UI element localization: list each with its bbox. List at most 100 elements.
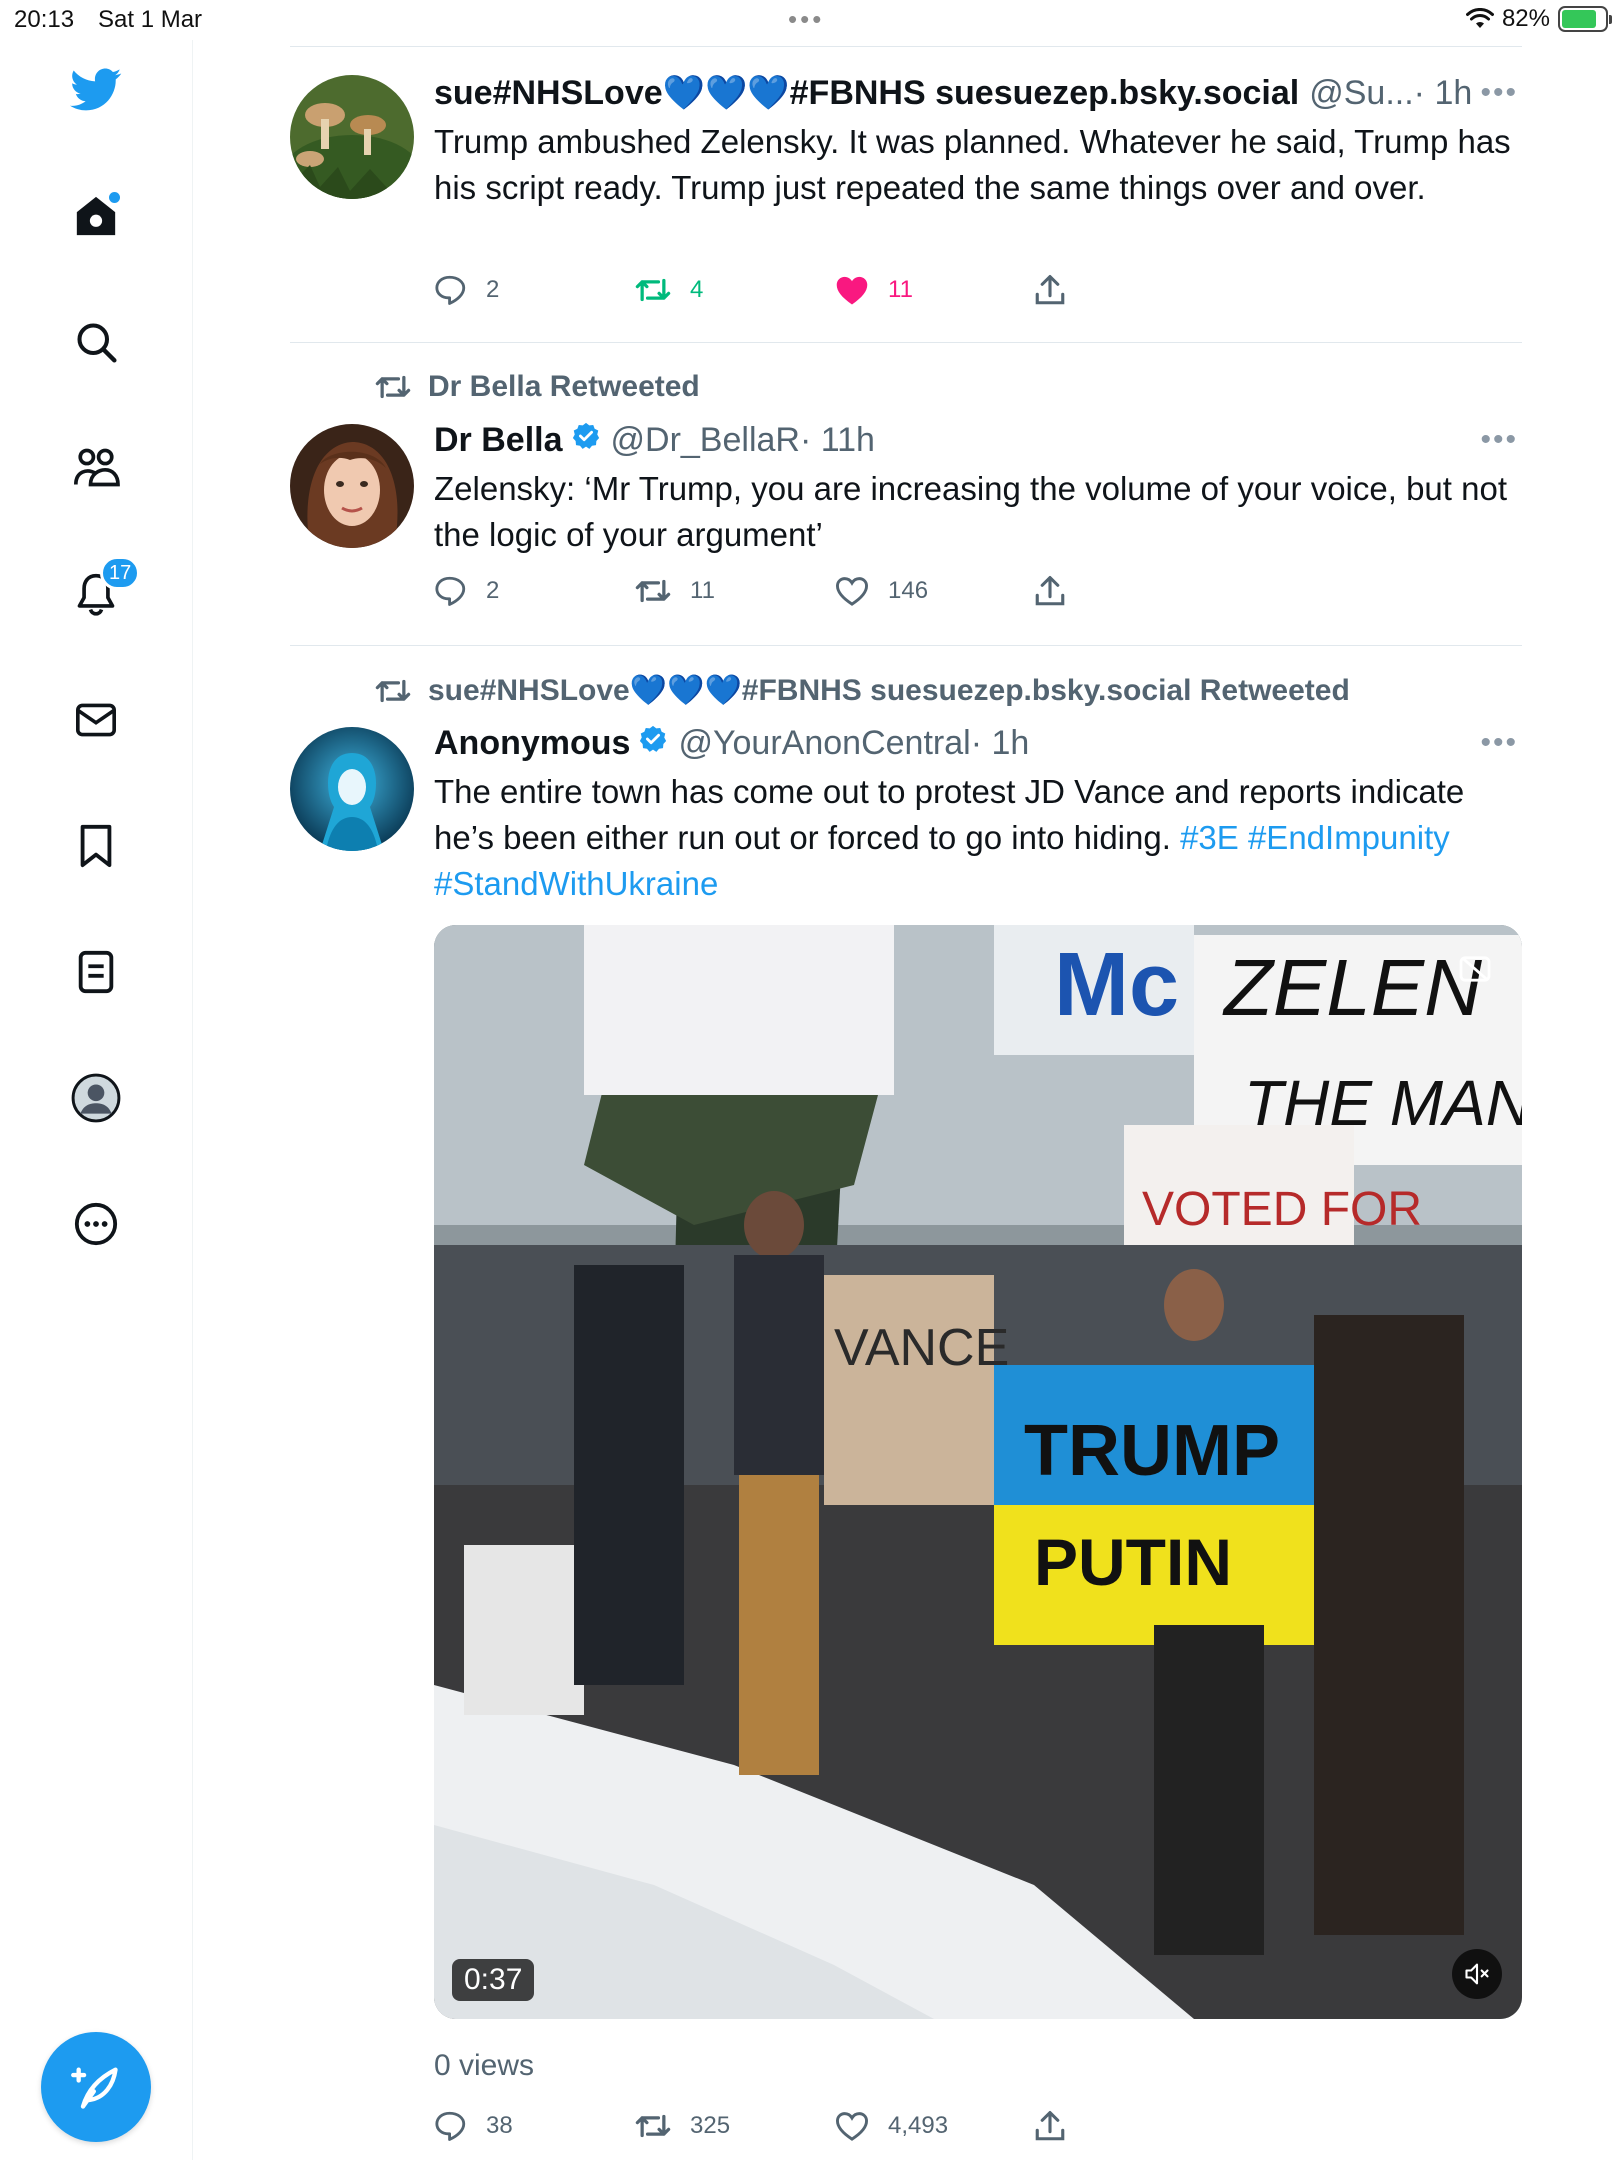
svg-text:TRUMP: TRUMP xyxy=(1024,1411,1280,1491)
share-icon xyxy=(1035,274,1065,305)
reply-icon xyxy=(435,576,466,606)
sidebar-item-bookmarks[interactable] xyxy=(70,820,122,872)
retweet-button[interactable]: 325 xyxy=(634,2109,834,2143)
reply-icon xyxy=(435,2111,466,2141)
battery-percent: 82% xyxy=(1501,5,1550,32)
display-name[interactable]: Dr Bella xyxy=(434,421,563,460)
battery-icon xyxy=(1558,6,1612,32)
share-button[interactable] xyxy=(1034,273,1234,307)
status-time: 20:13 xyxy=(14,6,75,33)
display-name[interactable]: sue#NHSLove💙💙💙#FBNHS suesuezep.bsky.soci… xyxy=(434,73,1299,113)
like-button[interactable]: 4,493 xyxy=(834,2109,1034,2143)
more-circle-icon xyxy=(74,1202,118,1246)
timestamp[interactable]: · 1h xyxy=(1414,74,1473,113)
tweet-actions: 2 4 11 xyxy=(434,273,1234,307)
more-options-icon[interactable]: ••• xyxy=(1480,76,1518,110)
like-button[interactable]: 146 xyxy=(834,574,1034,608)
view-count: 0 views xyxy=(434,2049,535,2082)
search-icon xyxy=(77,323,117,363)
retweet-count: 4 xyxy=(690,276,704,303)
heart-filled-icon xyxy=(836,276,868,305)
retweet-icon xyxy=(635,2114,671,2138)
like-count: 146 xyxy=(888,577,929,604)
tweet-header: Anonymous @YourAnonCentral · 1h ••• xyxy=(434,721,1522,765)
sidebar-item-lists[interactable] xyxy=(70,946,122,998)
timestamp[interactable]: · 11h xyxy=(800,421,875,460)
avatar[interactable] xyxy=(290,75,414,199)
reply-count: 2 xyxy=(486,577,500,604)
timestamp[interactable]: · 1h xyxy=(971,724,1030,763)
svg-text:VANCE: VANCE xyxy=(834,1319,1009,1377)
retweet-icon xyxy=(635,278,671,302)
like-count: 4,493 xyxy=(888,2112,949,2139)
captions-icon[interactable] xyxy=(1458,955,1492,983)
more-options-icon[interactable]: ••• xyxy=(1480,726,1518,760)
compose-feather-icon xyxy=(71,2067,118,2109)
sidebar-item-home[interactable] xyxy=(70,190,122,242)
sidebar-item-search[interactable] xyxy=(70,316,122,368)
reply-button[interactable]: 38 xyxy=(434,2109,634,2143)
tweet-actions: 2 11 146 xyxy=(434,574,1234,608)
lists-icon xyxy=(78,950,114,994)
retweet-count: 11 xyxy=(690,577,715,604)
hashtag-link[interactable]: #EndImpunity xyxy=(1248,819,1450,856)
sidebar-item-notifications[interactable]: 17 xyxy=(70,556,141,620)
hashtag-link[interactable]: #StandWithUkraine xyxy=(434,865,718,902)
reply-icon xyxy=(435,275,466,305)
hashtag-link[interactable]: #3E xyxy=(1180,819,1239,856)
more-options-icon[interactable]: ••• xyxy=(1480,423,1518,457)
retweet-button[interactable]: 11 xyxy=(634,574,834,608)
compose-tweet-button[interactable] xyxy=(41,2032,151,2142)
twitter-logo-icon[interactable] xyxy=(70,64,122,116)
multitask-dots-icon[interactable]: ••• xyxy=(788,4,824,35)
sidebar-item-profile[interactable] xyxy=(70,1072,122,1124)
heart-icon xyxy=(835,2112,869,2141)
video-duration: 0:37 xyxy=(452,1959,535,2001)
tweet-text: Trump ambushed Zelensky. It was planned.… xyxy=(434,123,1511,206)
tweet-actions: 38 325 4,493 xyxy=(434,2109,1234,2143)
mute-button[interactable] xyxy=(1452,1949,1502,1999)
display-name[interactable]: Anonymous xyxy=(434,724,630,763)
video-player[interactable]: Mc ZELEN THE MAN VOTED FOR VANCE TRUMP P… xyxy=(434,925,1522,2019)
retweeted-by-line[interactable]: sue#NHSLove💙💙💙#FBNHS suesuezep.bsky.soci… xyxy=(374,673,1350,708)
tweet-header: Dr Bella @Dr_BellaR · 11h ••• xyxy=(434,418,1522,462)
username[interactable]: @Su... xyxy=(1309,74,1413,113)
sidebar-item-messages[interactable] xyxy=(70,694,122,746)
retweeted-by-text: sue#NHSLove💙💙💙#FBNHS suesuezep.bsky.soci… xyxy=(428,674,1350,707)
sidebar-item-communities[interactable] xyxy=(70,442,122,494)
like-button[interactable]: 11 xyxy=(834,273,1034,307)
tweet-2[interactable]: Dr Bella Retweeted Dr Bella @Dr_BellaR ·… xyxy=(290,344,1522,646)
verified-badge-icon xyxy=(571,421,601,460)
like-count: 11 xyxy=(888,276,913,303)
avatar[interactable] xyxy=(290,424,414,548)
retweet-icon xyxy=(375,375,411,399)
reply-button[interactable]: 2 xyxy=(434,273,634,307)
share-icon xyxy=(1035,575,1065,606)
retweeted-by-line[interactable]: Dr Bella Retweeted xyxy=(374,370,700,404)
svg-text:PUTIN: PUTIN xyxy=(1034,1525,1232,1599)
username[interactable]: @Dr_BellaR xyxy=(611,421,800,460)
username[interactable]: @YourAnonCentral xyxy=(678,724,970,763)
status-right: 82% xyxy=(1465,5,1612,33)
heart-icon xyxy=(835,577,869,606)
reply-count: 38 xyxy=(486,2112,513,2139)
avatar[interactable] xyxy=(290,727,414,851)
new-content-dot xyxy=(109,192,120,203)
sidebar-item-more[interactable] xyxy=(70,1198,122,1250)
bookmark-icon xyxy=(80,824,112,868)
tweet-1[interactable]: sue#NHSLove💙💙💙#FBNHS suesuezep.bsky.soci… xyxy=(290,47,1522,343)
video-frame: Mc ZELEN THE MAN VOTED FOR VANCE TRUMP P… xyxy=(434,925,1522,2019)
reply-count: 2 xyxy=(486,276,500,303)
retweet-button[interactable]: 4 xyxy=(634,273,834,307)
svg-text:ZELEN: ZELEN xyxy=(1222,943,1482,1032)
svg-text:VOTED FOR: VOTED FOR xyxy=(1142,1183,1422,1236)
share-button[interactable] xyxy=(1034,2109,1234,2143)
sidebar: 17 xyxy=(0,40,193,2160)
tweet-header: sue#NHSLove💙💙💙#FBNHS suesuezep.bsky.soci… xyxy=(434,71,1522,115)
share-button[interactable] xyxy=(1034,574,1234,608)
reply-button[interactable]: 2 xyxy=(434,574,634,608)
tweet-3[interactable]: sue#NHSLove💙💙💙#FBNHS suesuezep.bsky.soci… xyxy=(290,647,1522,2160)
wifi-icon xyxy=(1465,8,1494,28)
mail-icon xyxy=(76,703,116,737)
communities-icon xyxy=(74,448,120,487)
